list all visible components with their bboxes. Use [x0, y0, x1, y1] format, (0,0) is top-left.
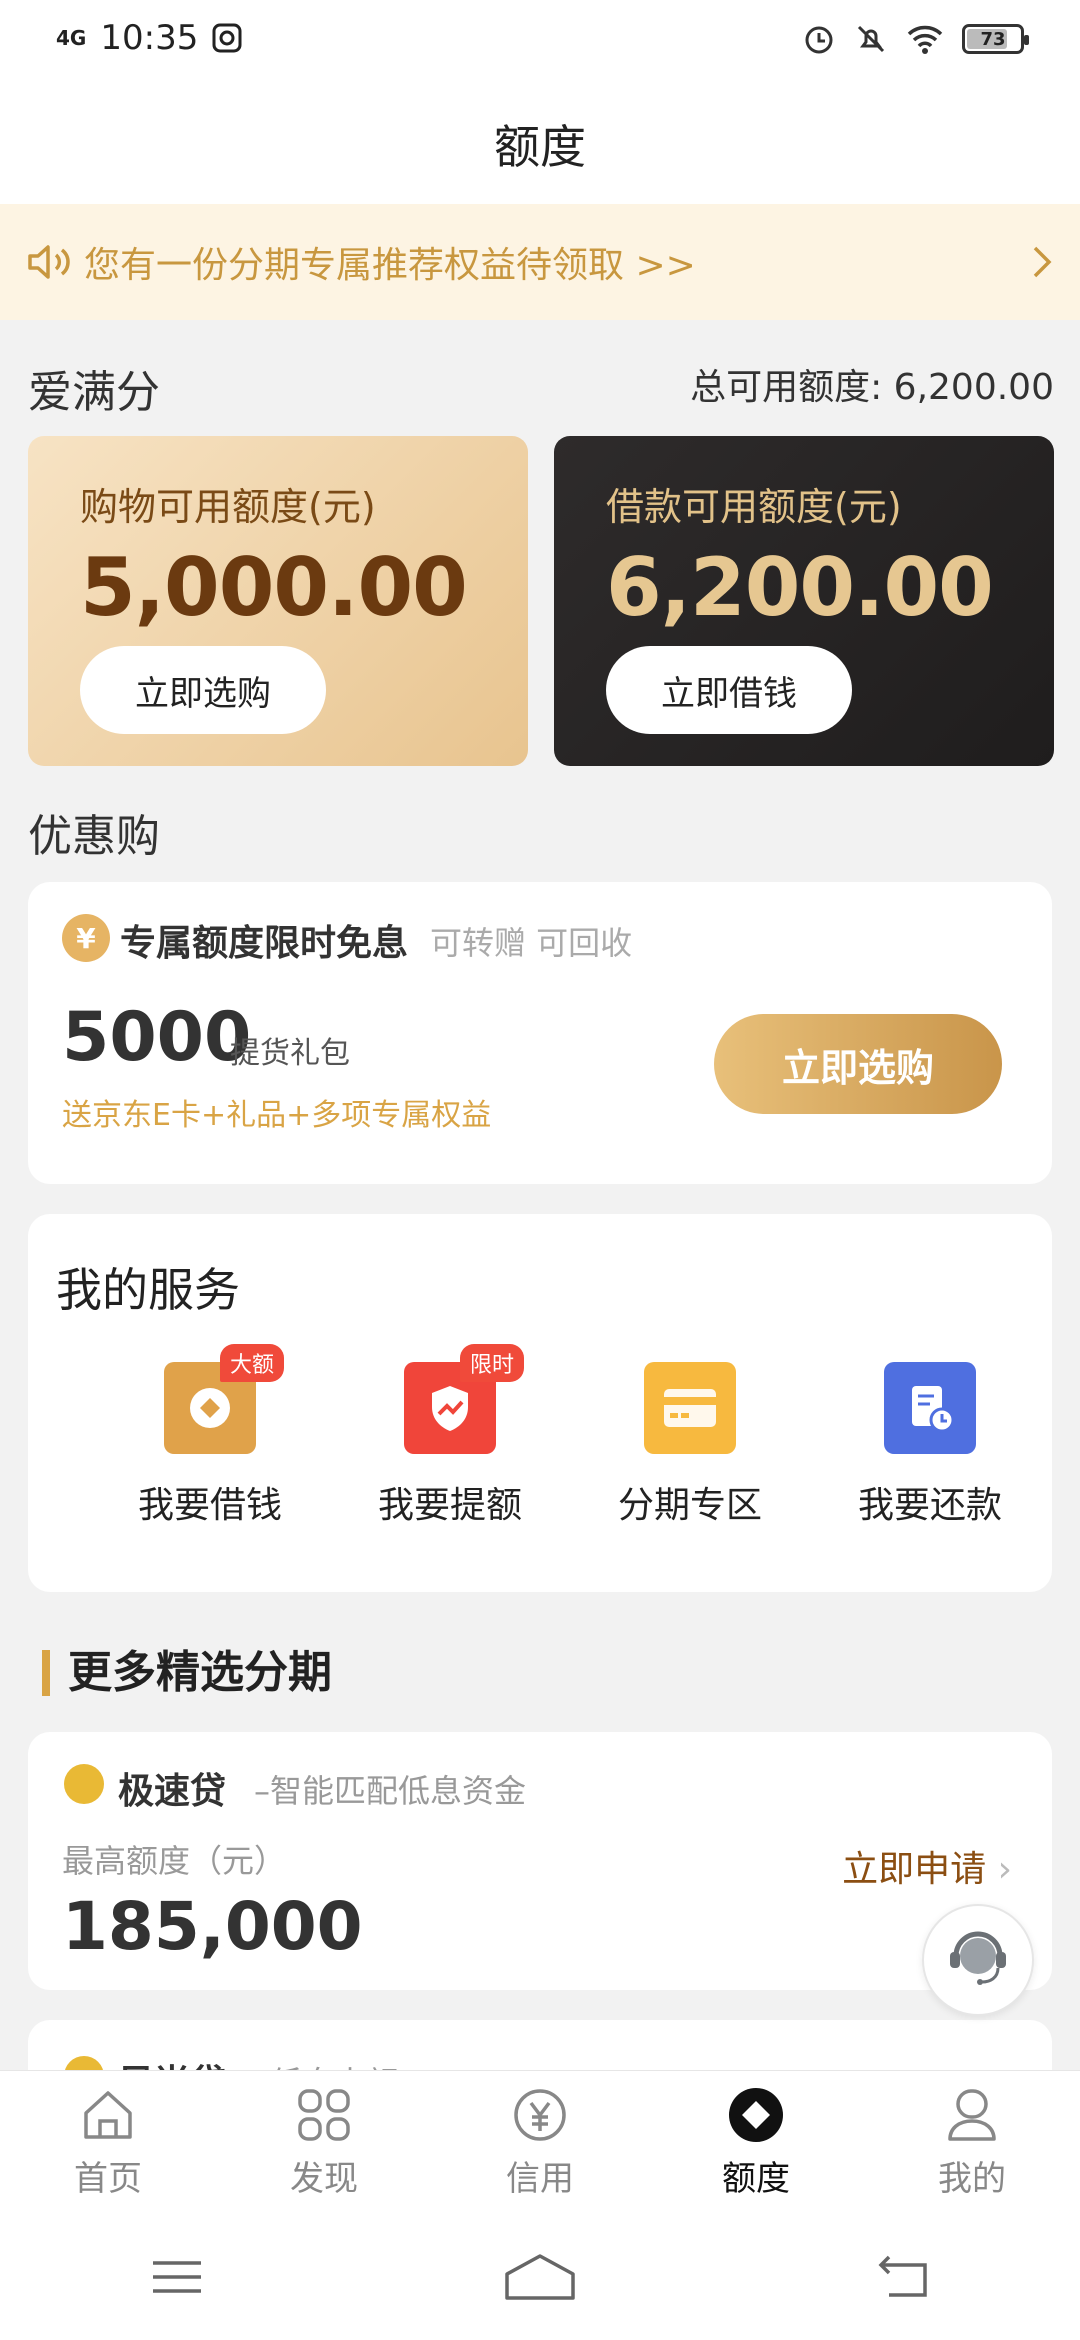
- service-badge: 限时: [459, 1344, 524, 1382]
- customer-service-button[interactable]: [922, 1904, 1034, 2016]
- battery-icon: 73: [962, 24, 1029, 54]
- menu-icon[interactable]: [149, 2257, 205, 2297]
- loan-desc: –智能匹配低息资金: [254, 1772, 527, 1810]
- service-raise-limit[interactable]: 限时 我要提额: [350, 1344, 550, 1528]
- service-label: 我要提额: [377, 1485, 522, 1526]
- total-available: 总可用额度: 6,200.00: [690, 367, 1054, 408]
- services-panel: 我的服务 大额 我要借钱 限时 我要提额 分期专区 我要还款: [28, 1214, 1052, 1592]
- status-right: 73: [802, 22, 1029, 56]
- tab-label: 首页: [74, 2159, 142, 2199]
- shopping-credit-card: 购物可用额度(元) 5,000.00 立即选购: [28, 436, 528, 766]
- alarm-icon: [805, 26, 833, 54]
- app-notification-icon: [212, 23, 242, 53]
- home-icon: [84, 2091, 132, 2139]
- service-label: 我要借钱: [137, 1485, 282, 1526]
- status-bar: 4G 10:35 73: [0, 0, 1080, 84]
- promo-tags: 可转赠 可回收: [430, 924, 633, 962]
- headset-icon: [950, 1931, 1006, 1985]
- raise-limit-icon: 限时: [404, 1344, 524, 1454]
- wifi-icon: [907, 25, 943, 54]
- loan-limit-label: 最高额度（元）: [62, 1842, 287, 1880]
- system-nav-bar: [0, 2214, 1080, 2340]
- borrow-now-button[interactable]: 立即借钱: [606, 646, 852, 734]
- grid-icon: [298, 2089, 350, 2141]
- tab-quota[interactable]: 额度: [648, 2071, 864, 2214]
- card-icon: [644, 1362, 736, 1454]
- diamond-icon: [729, 2088, 783, 2142]
- network-indicator: 4G: [56, 26, 87, 50]
- service-badge: 大额: [219, 1344, 284, 1382]
- promo-card[interactable]: ¥ 专属额度限时免息 可转赠 可回收 5000 提货礼包 送京东E卡+礼品+多项…: [28, 882, 1052, 1184]
- yen-icon: [514, 2089, 566, 2141]
- bill-clock-icon: [884, 1362, 976, 1454]
- tab-home[interactable]: 首页: [0, 2071, 216, 2214]
- notice-text: 您有一份分期专属推荐权益待领取 >>: [84, 245, 696, 286]
- promo-headline: 专属额度限时免息: [120, 923, 409, 964]
- status-left: 4G 10:35: [56, 18, 242, 58]
- loan-credit-amount: 6,200.00: [606, 541, 994, 634]
- tab-label: 我的: [938, 2159, 1006, 2199]
- page-title: 额度: [494, 120, 586, 174]
- shopping-credit-amount: 5,000.00: [80, 541, 468, 634]
- tab-label: 发现: [290, 2159, 358, 2199]
- tab-profile[interactable]: 我的: [864, 2071, 1080, 2214]
- promo-section-title: 优惠购: [28, 811, 160, 862]
- credit-title: 爱满分: [28, 367, 160, 418]
- chevron-right-icon: ›: [997, 1849, 1012, 1890]
- battery-level: 73: [980, 28, 1006, 50]
- tab-label: 信用: [506, 2159, 574, 2199]
- chevron-right-icon: [1033, 246, 1052, 278]
- loan-credit-card: 借款可用额度(元) 6,200.00 立即借钱: [554, 436, 1054, 766]
- apply-now-link[interactable]: 立即申请 ›: [842, 1840, 1012, 1892]
- service-installment[interactable]: 分期专区: [590, 1362, 790, 1528]
- service-label: 分期专区: [617, 1485, 762, 1526]
- page-header: 额度: [0, 84, 1080, 204]
- notice-banner[interactable]: 您有一份分期专属推荐权益待领取 >>: [0, 204, 1080, 320]
- speaker-icon: [28, 245, 70, 279]
- loan-credit-label: 借款可用额度(元): [606, 485, 902, 529]
- loan-limit-amount: 185,000: [62, 1888, 363, 1965]
- promo-buy-button[interactable]: 立即选购: [714, 1014, 1002, 1114]
- tab-discover[interactable]: 发现: [216, 2071, 432, 2214]
- services-title: 我的服务: [56, 1263, 240, 1317]
- promo-gift-text: 送京东E卡+礼品+多项专属权益: [62, 1098, 492, 1133]
- loan-name: 极速贷: [118, 1771, 227, 1812]
- yen-coin-icon: ¥: [62, 914, 110, 962]
- home-nav-icon[interactable]: [503, 2252, 577, 2302]
- apply-now-label: 立即申请: [842, 1849, 987, 1890]
- promo-amount-unit: 提货礼包: [230, 1036, 350, 1071]
- profile-icon: [948, 2089, 996, 2141]
- shop-now-button[interactable]: 立即选购: [80, 646, 326, 734]
- shopping-credit-label: 购物可用额度(元): [80, 485, 376, 529]
- express-loan-card[interactable]: 极速贷 –智能匹配低息资金 最高额度（元） 185,000 立即申请 ›: [28, 1732, 1052, 1990]
- service-label: 我要还款: [857, 1485, 1002, 1526]
- back-icon[interactable]: [875, 2255, 931, 2299]
- borrow-icon: 大额: [164, 1344, 284, 1454]
- promo-amount: 5000: [62, 998, 252, 1077]
- service-borrow[interactable]: 大额 我要借钱: [110, 1344, 310, 1528]
- more-section-title: 更多精选分期: [42, 1650, 332, 1696]
- service-repay[interactable]: 我要还款: [830, 1362, 1030, 1528]
- bottom-tab-bar: 首页 发现 信用 额度 我的: [0, 2070, 1080, 2214]
- mute-icon: [857, 25, 885, 53]
- tab-label: 额度: [722, 2159, 790, 2199]
- express-loan-icon: [64, 1764, 104, 1804]
- tab-credit[interactable]: 信用: [432, 2071, 648, 2214]
- clock: 10:35: [100, 18, 199, 58]
